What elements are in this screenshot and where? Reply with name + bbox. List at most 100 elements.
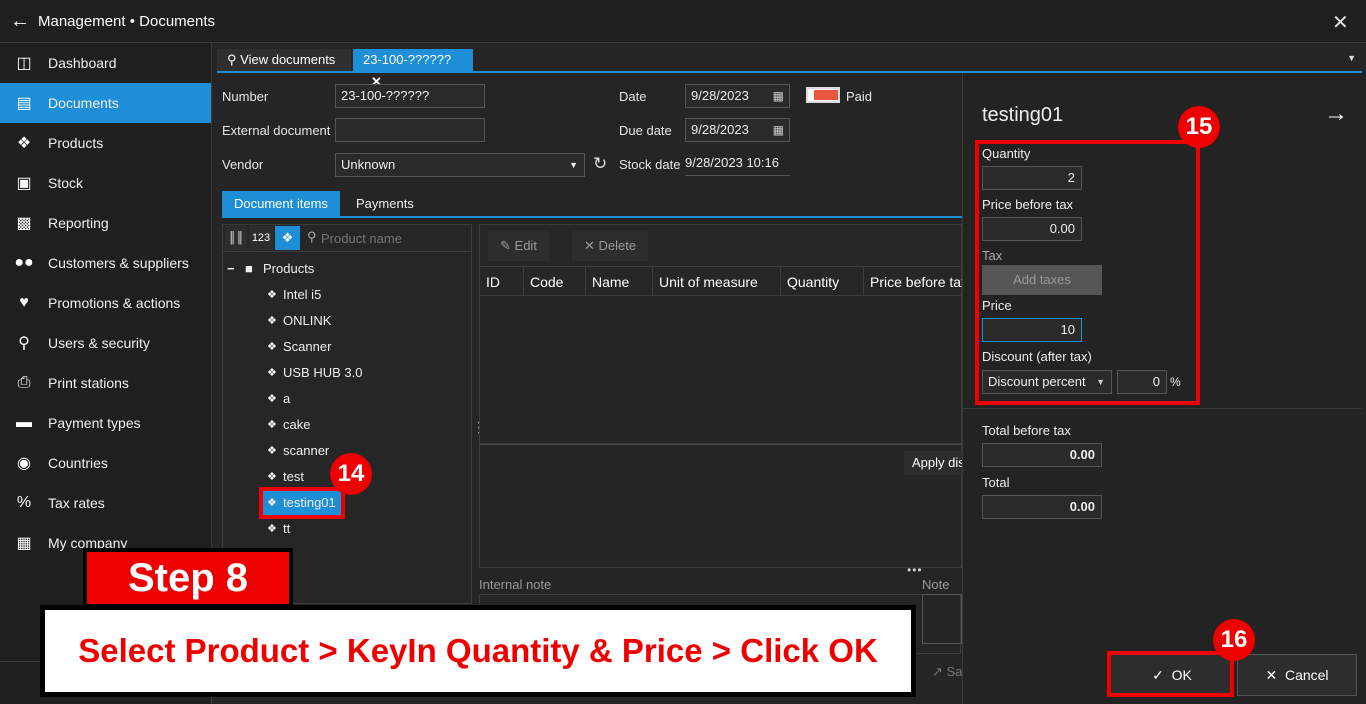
tab-label: 23-100-?????? (363, 52, 452, 67)
date-value: 9/28/2023 (691, 88, 749, 103)
sidebar-item-label: Stock (48, 175, 84, 191)
vendor-value: Unknown (341, 157, 396, 172)
column-quantity[interactable]: Quantity (781, 267, 864, 297)
grid-header: ID Code Name Unit of measure Quantity Pr… (479, 266, 962, 297)
column-name[interactable]: Name (586, 267, 653, 297)
sidebar-item-documents[interactable]: ▤ Documents (0, 83, 211, 123)
note-field[interactable] (922, 594, 962, 644)
calendar-icon[interactable]: ▦ (773, 85, 784, 107)
document-subtabs: Document items Payments (222, 191, 962, 218)
tree-item[interactable]: ❖ ONLINK (267, 309, 331, 333)
tree-item[interactable]: ❖ Intel i5 (267, 283, 321, 307)
tree-item[interactable]: ❖ tt (267, 517, 290, 541)
sidebar-item-reporting[interactable]: ▩ Reporting (0, 203, 211, 243)
sidebar-item-label: Dashboard (48, 55, 117, 71)
tree-item[interactable]: ❖ cake (267, 413, 310, 437)
tree-item-label: USB HUB 3.0 (283, 365, 363, 380)
sidebar-item-label: Users & security (48, 335, 150, 351)
apply-discount-button[interactable]: Apply discount (904, 451, 962, 475)
sidebar-item-products[interactable]: ❖ Products (0, 123, 211, 163)
column-unit[interactable]: Unit of measure (653, 267, 781, 297)
paid-label: Paid (846, 89, 873, 104)
save-button[interactable]: ↗ Save (932, 664, 962, 680)
tree-root-products[interactable]: − ■ Products (227, 257, 314, 281)
tag-icon: ❖ (267, 419, 277, 431)
collapse-icon[interactable]: − (227, 257, 245, 281)
external-document-field[interactable] (335, 118, 485, 142)
back-arrow-icon[interactable]: ← (10, 11, 30, 31)
internal-note-label: Internal note (479, 577, 552, 592)
column-id[interactable]: ID (480, 267, 524, 297)
code-filter-button[interactable]: 123 (249, 226, 273, 250)
date-field[interactable]: 9/28/2023 ▦ (685, 84, 790, 108)
stock-icon: ▣ (16, 175, 32, 192)
tab-document-items[interactable]: Document items (222, 191, 340, 216)
product-tree-panel: ║║ 123 ❖ ⚲ −■Products ❖Intel i5 ❖ONLINK … (222, 224, 472, 604)
cancel-button[interactable]: ✕ Cancel (1237, 654, 1357, 696)
number-field[interactable]: 23-100-?????? (335, 84, 485, 108)
grid-body (479, 296, 962, 444)
tree-item-label: Intel i5 (283, 287, 322, 302)
close-icon[interactable]: ✕ (1332, 10, 1349, 35)
tree-item[interactable]: ❖ test (267, 465, 304, 489)
edit-button[interactable]: ✎ Edit (488, 231, 549, 261)
sidebar-item-print-stations[interactable]: ⎙ Print stations (0, 363, 211, 403)
tree-item[interactable]: ❖ USB HUB 3.0 (267, 361, 362, 385)
tag-icon: ❖ (267, 523, 277, 535)
tab-view-documents[interactable]: ⚲ View documents (217, 49, 351, 71)
sidebar-item-dashboard[interactable]: ◫ Dashboard (0, 43, 211, 83)
sidebar-item-countries[interactable]: ◉ Countries (0, 443, 211, 483)
total-before-tax-label: Total before tax (982, 423, 1071, 438)
chevron-down-icon[interactable]: ▼ (1347, 53, 1356, 63)
sidebar-item-stock[interactable]: ▣ Stock (0, 163, 211, 203)
tree-toolbar: ║║ 123 ❖ ⚲ (223, 225, 471, 252)
pdf-icon: ↗ (932, 664, 943, 679)
heart-icon: ♥ (19, 294, 29, 311)
tag-icon: ❖ (267, 315, 277, 327)
sidebar-item-label: Countries (48, 455, 108, 471)
column-code[interactable]: Code (524, 267, 586, 297)
vendor-select[interactable]: Unknown ▼ (335, 153, 585, 177)
arrow-right-icon[interactable]: → (1324, 100, 1348, 128)
search-icon: ⚲ (227, 52, 237, 67)
close-icon: ✕ (1265, 667, 1278, 683)
splitter-handle[interactable]: ⋮ (472, 420, 486, 434)
sidebar-item-label: Promotions & actions (48, 295, 181, 311)
column-price-before-tax[interactable]: Price before tax (864, 267, 962, 297)
instruction-banner: Select Product > KeyIn Quantity & Price … (40, 605, 916, 697)
due-date-field[interactable]: 9/28/2023 ▦ (685, 118, 790, 142)
tag-icon: ❖ (267, 367, 277, 379)
tab-payments[interactable]: Payments (344, 191, 426, 216)
tree-item[interactable]: ❖ a (267, 387, 290, 411)
barcode-icon[interactable]: ║║ (225, 226, 247, 250)
sidebar-item-payment-types[interactable]: ▬ Payment types (0, 403, 211, 443)
delete-label: Delete (598, 238, 637, 253)
grid-footer: Apply discount (479, 444, 962, 568)
sidebar-item-customers[interactable]: ●● Customers & suppliers (0, 243, 211, 283)
sidebar-item-promotions[interactable]: ♥ Promotions & actions (0, 283, 211, 323)
stock-date-field[interactable]: 9/28/2023 10:16 (685, 152, 790, 176)
product-search-input[interactable] (321, 227, 466, 249)
tag-icon: ❖ (267, 445, 277, 457)
delete-button[interactable]: ✕ Delete (572, 231, 649, 261)
item-title: testing01 (982, 104, 1064, 126)
tag-icon: ❖ (267, 289, 277, 301)
tree-item-label: scanner (283, 443, 330, 458)
sidebar-item-tax-rates[interactable]: % Tax rates (0, 483, 211, 523)
tree-item[interactable]: ❖ scanner (267, 439, 329, 463)
tree-item-label: cake (283, 417, 311, 432)
splitter-handle[interactable]: ••• (907, 563, 923, 577)
folder-icon: ■ (245, 261, 253, 276)
total-value: 0.00 (982, 495, 1102, 519)
edit-label: Edit (514, 238, 537, 253)
tag-filter-icon[interactable]: ❖ (275, 226, 300, 250)
tab-current-document[interactable]: 23-100-?????? ✕ (353, 49, 473, 89)
tree-item[interactable]: ❖ Scanner (267, 335, 331, 359)
sidebar-item-users-security[interactable]: ⚲ Users & security (0, 323, 211, 363)
refresh-icon[interactable]: ↻ (593, 154, 607, 174)
highlight-box-product (259, 487, 345, 519)
pencil-icon: ✎ (500, 238, 511, 253)
calendar-icon[interactable]: ▦ (773, 119, 784, 141)
tab-label: View documents (240, 52, 336, 67)
paid-toggle[interactable] (806, 87, 840, 103)
